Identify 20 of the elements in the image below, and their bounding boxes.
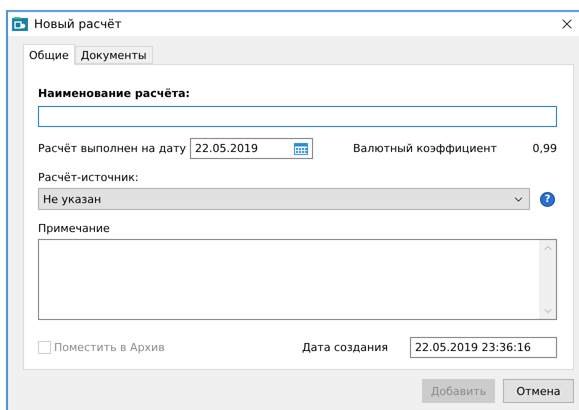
name-input-field[interactable] bbox=[38, 106, 557, 127]
source-dropdown[interactable]: Не указан bbox=[38, 188, 530, 210]
cancel-button[interactable]: Отмена bbox=[503, 379, 574, 403]
field-label: Наименование расчёта: bbox=[38, 87, 191, 100]
tab[interactable]: Документы bbox=[74, 46, 153, 64]
help-button[interactable]: ? bbox=[540, 192, 555, 206]
field-label: Расчёт-источник: bbox=[38, 171, 140, 184]
field-label: Дата создания bbox=[302, 341, 388, 354]
coefficient-value: 0,99 bbox=[532, 142, 557, 155]
created-date-field[interactable]: 22.05.2019 23:36:16 bbox=[410, 337, 557, 358]
field-label: Примечание bbox=[38, 222, 111, 235]
field-label: Расчёт выполнен на дату bbox=[38, 142, 188, 155]
field-label: Валютный коэффициент bbox=[353, 142, 498, 155]
date-input-field[interactable]: 22.05.2019 bbox=[190, 138, 313, 159]
window-title: Новый расчёт bbox=[34, 17, 123, 31]
app-icon bbox=[12, 16, 28, 32]
calendar-icon[interactable] bbox=[294, 142, 308, 155]
note-text-area[interactable] bbox=[38, 239, 557, 320]
tab[interactable]: Общие bbox=[23, 44, 75, 65]
checkbox-label: Поместить в Архив bbox=[54, 341, 166, 354]
